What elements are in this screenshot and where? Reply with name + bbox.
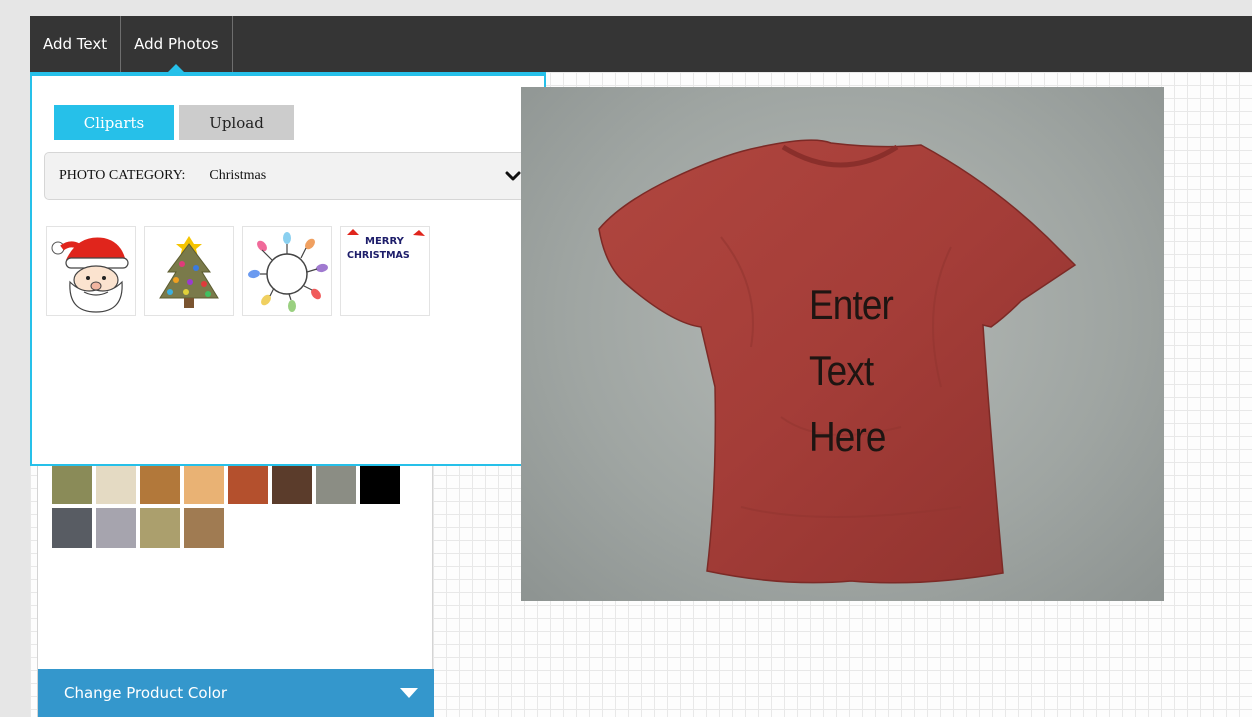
change-product-color-button[interactable]: Change Product Color [38, 669, 434, 717]
color-swatch[interactable] [96, 508, 136, 548]
shirt-text-line: Here [809, 413, 886, 460]
santa-icon [51, 237, 129, 313]
merry-christmas-icon: MERRY CHRISTMAS [347, 229, 425, 261]
color-swatch[interactable] [140, 464, 180, 504]
svg-text:CHRISTMAS: CHRISTMAS [347, 250, 410, 261]
color-swatch[interactable] [52, 508, 92, 548]
christmas-lights-icon [248, 232, 328, 312]
chevron-down-icon [505, 171, 521, 181]
santa-clipart[interactable] [46, 226, 136, 316]
color-swatch[interactable] [96, 464, 136, 504]
tab-add-photos[interactable]: Add Photos [121, 16, 233, 72]
color-swatches [52, 464, 412, 548]
upload-button[interactable]: Upload [179, 105, 294, 140]
product-preview: Enter Text Here [521, 87, 1164, 601]
christmas-lights-clipart[interactable] [242, 226, 332, 316]
color-swatch[interactable] [272, 464, 312, 504]
color-swatch[interactable] [140, 508, 180, 548]
add-photos-popup: Cliparts Upload PHOTO CATEGORY: Christma… [30, 76, 546, 466]
photo-category-value: Christmas [209, 168, 267, 183]
color-swatch[interactable] [316, 464, 356, 504]
color-swatch[interactable] [228, 464, 268, 504]
cliparts-button[interactable]: Cliparts [54, 105, 174, 140]
color-swatch[interactable] [360, 464, 400, 504]
triangle-down-icon [400, 688, 418, 698]
photo-category-select[interactable]: PHOTO CATEGORY: Christmas [44, 152, 536, 200]
svg-text:MERRY: MERRY [365, 236, 405, 247]
source-buttons: Cliparts Upload [54, 105, 294, 140]
color-swatch[interactable] [184, 508, 224, 548]
shirt-text-line: Text [809, 347, 874, 394]
photo-category-label: PHOTO CATEGORY: [59, 168, 186, 183]
merry-christmas-clipart[interactable]: MERRY CHRISTMAS [340, 226, 430, 316]
color-swatch[interactable] [184, 464, 224, 504]
christmas-tree-icon [159, 236, 219, 308]
change-product-color-label: Change Product Color [64, 684, 228, 702]
top-toolbar: Add Text Add Photos [30, 16, 1252, 72]
christmas-tree-clipart[interactable] [144, 226, 234, 316]
clipart-grid: MERRY CHRISTMAS [46, 226, 430, 316]
shirt-text-placeholder[interactable]: Enter Text Here [809, 272, 939, 470]
tab-add-text[interactable]: Add Text [30, 16, 122, 72]
color-swatch[interactable] [52, 464, 92, 504]
shirt-text-line: Enter [809, 281, 894, 328]
